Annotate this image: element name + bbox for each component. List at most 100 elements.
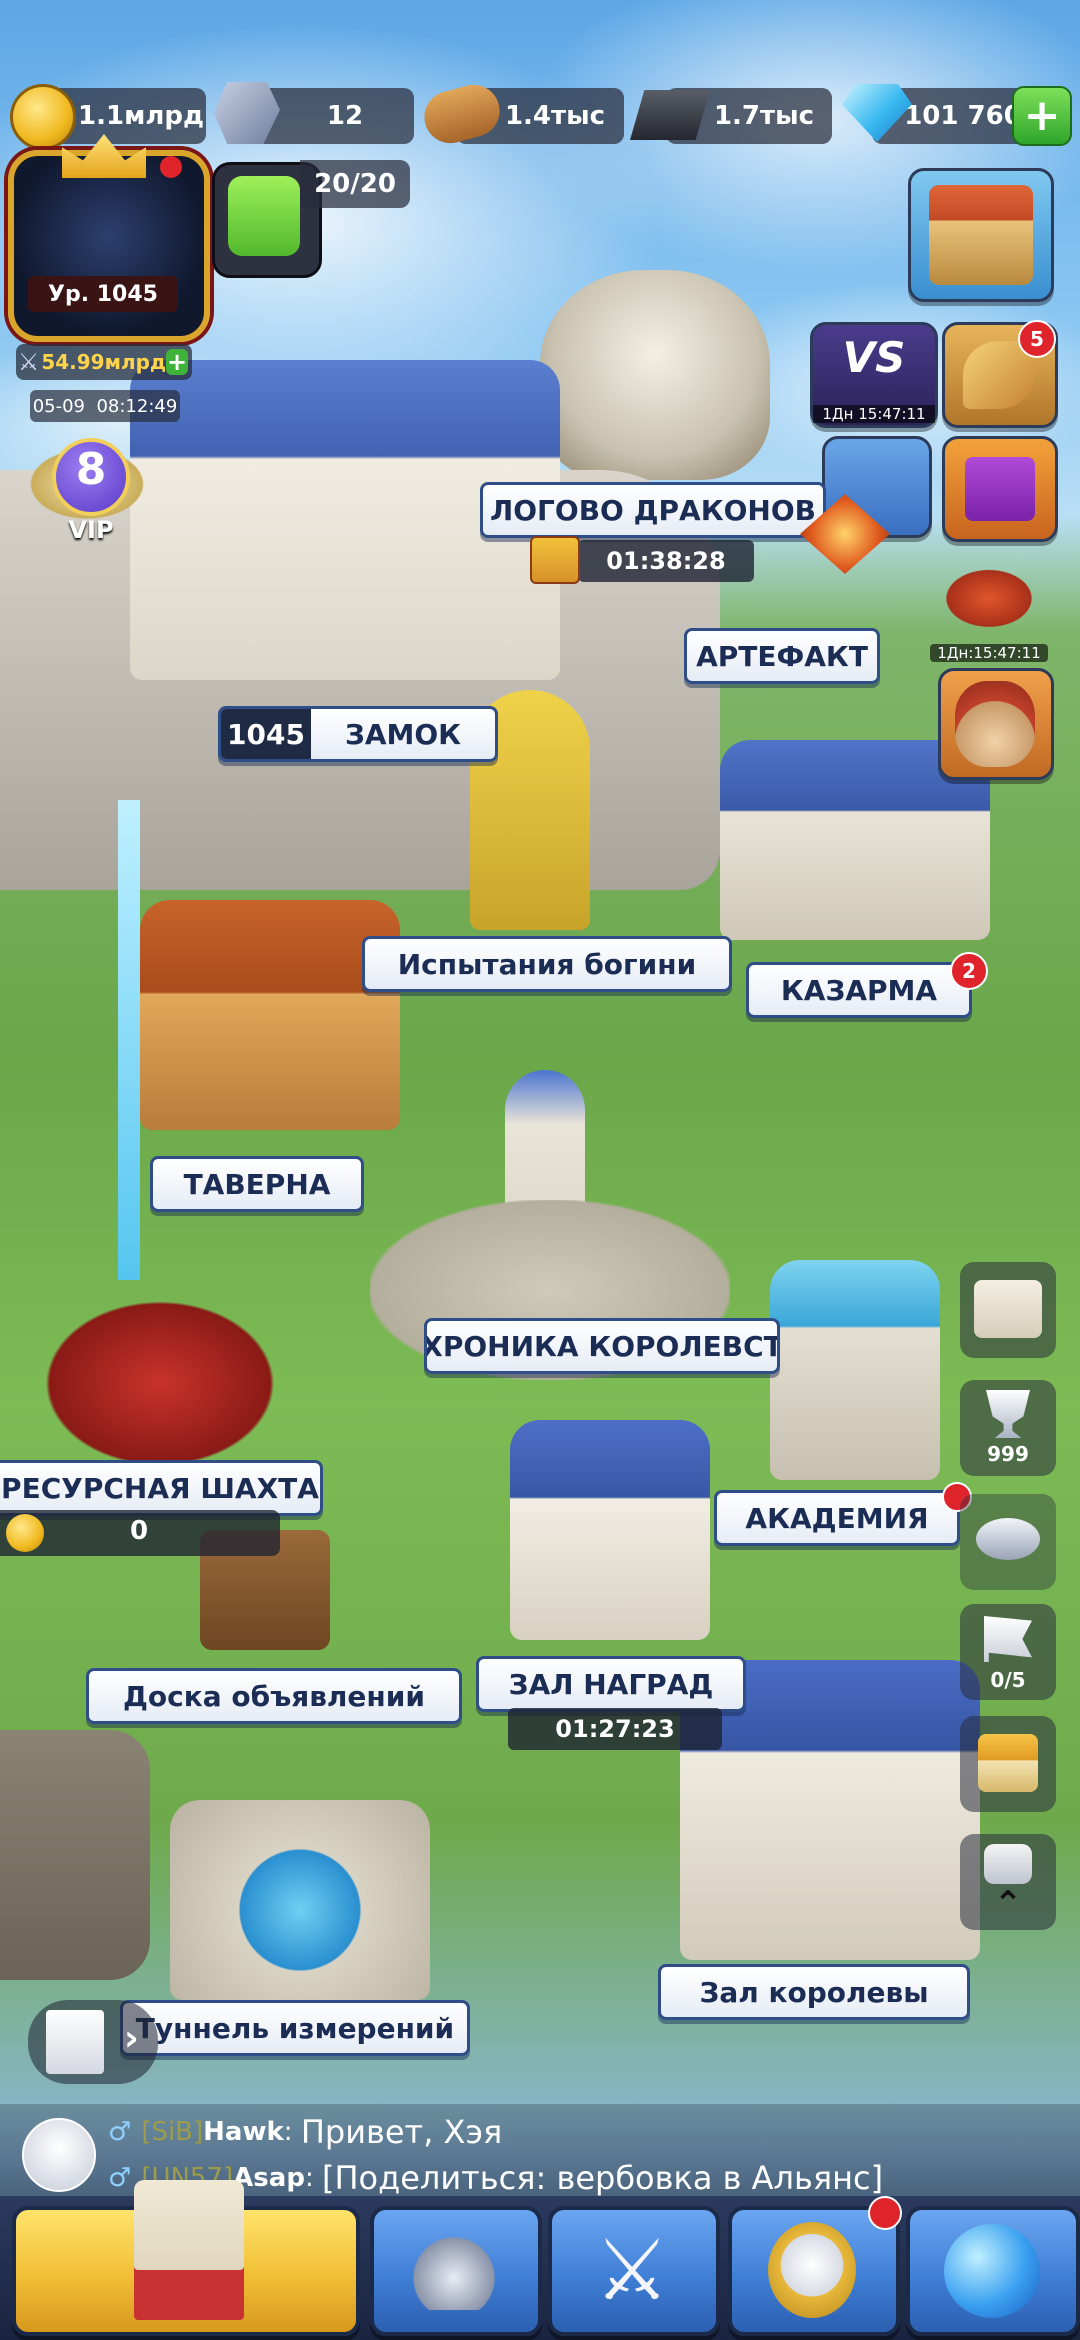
chevron-right-icon: › (124, 2018, 139, 2059)
stamina-counter: 20/20 (300, 160, 410, 208)
expand-menu-button[interactable]: ⌃ (960, 1834, 1056, 1930)
academy-label[interactable]: АКАДЕМИЯ (714, 1490, 960, 1546)
gold-coin-icon (10, 84, 76, 150)
castle-tower-icon (134, 2180, 244, 2320)
dragon-lair-timer: 01:38:28 (578, 540, 754, 582)
chat-avatar-icon (22, 2118, 96, 2192)
mushroom-timer: 1Дн:15:47:11 (930, 644, 1048, 662)
wood-value: 1.4тыс (504, 101, 606, 131)
gift-pack-button[interactable] (942, 436, 1058, 542)
tunnel-building[interactable] (170, 1800, 430, 2000)
cliff-bottom-left (0, 1730, 150, 1980)
chat-line-1-user: Hawk (203, 2117, 284, 2147)
stamina-value: 20/20 (314, 169, 396, 199)
male-icon: ♂ (108, 2163, 132, 2193)
dragon-lair-label[interactable]: ЛОГОВО ДРАКОНОВ (480, 482, 826, 538)
add-power-button[interactable]: + (166, 349, 188, 375)
chevron-up-icon: ⌃ (993, 1884, 1023, 1924)
academy-building[interactable] (770, 1260, 940, 1480)
vip-label: VIP (68, 516, 114, 544)
dragon[interactable] (30, 1290, 290, 1460)
stone-value: 12 (326, 101, 364, 131)
notes-button[interactable]: › (28, 2000, 158, 2084)
add-gems-button[interactable]: + (1012, 86, 1072, 146)
swords-icon: ⚔ (17, 348, 40, 376)
tavern-building[interactable] (140, 900, 400, 1130)
resource-mine-value: 0 (130, 1516, 149, 1546)
castle-level: 1045 (221, 709, 311, 759)
dragon-lair-gift-icon[interactable] (530, 536, 580, 584)
quests-flag-button[interactable]: 0/5 (960, 1604, 1056, 1700)
viking-helmet-icon (408, 2230, 500, 2310)
nav-battle-button[interactable]: ⚔ (548, 2206, 720, 2336)
gift-box-icon (965, 457, 1035, 521)
reward-hall-timer: 01:27:23 (508, 1708, 722, 1750)
nav-world-button[interactable] (906, 2206, 1080, 2336)
gold-coin-small-icon (6, 1514, 44, 1552)
gems-value: 101 760 (904, 101, 1022, 131)
tavern-label[interactable]: ТАВЕРНА (150, 1156, 364, 1212)
power-bar[interactable]: ⚔ 54.99млрд + (16, 344, 192, 380)
vs-timer: 1Дн 15:47:11 (813, 405, 935, 423)
dimension-tunnel-label[interactable]: Туннель измерений (120, 2000, 470, 2056)
notice-board-label[interactable]: Доска объявлений (86, 1668, 462, 1724)
iron-value: 1.7тыс (713, 101, 815, 131)
vs-label: VS (842, 333, 906, 382)
resource-mine-output: 0 (0, 1510, 280, 1556)
scroll-map-icon (974, 1280, 1042, 1338)
horn-notification-badge: 5 (1018, 320, 1056, 358)
reward-hall-label[interactable]: ЗАЛ НАГРАД (476, 1656, 746, 1712)
mask-icon (976, 1518, 1040, 1560)
bag-icon (984, 1844, 1032, 1884)
alliance-notification-dot (868, 2196, 902, 2230)
kingdom-chronicle-label[interactable]: ХРОНИКА КОРОЛЕВСТ (424, 1318, 780, 1374)
trophy-icon (986, 1390, 1030, 1438)
shop-button[interactable] (908, 168, 1054, 302)
player-avatar[interactable] (8, 150, 210, 342)
flag-count: 0/5 (990, 1668, 1026, 1692)
market-button[interactable] (960, 1716, 1056, 1812)
wizard-event-button[interactable] (938, 668, 1054, 780)
nav-heroes-button[interactable] (370, 2206, 542, 2336)
barracks-label[interactable]: КАЗАРМА (746, 962, 972, 1018)
chat-line-2-message: [Поделиться: вербовка в Альянс] (321, 2159, 884, 2197)
player-level: Ур. 1045 (28, 276, 178, 312)
waterfall (118, 800, 140, 1280)
chat-line-1: ♂ [SiB] Hawk : Привет, Хэя (108, 2113, 503, 2151)
alliance-shield-icon (768, 2222, 856, 2318)
market-stall-icon (978, 1734, 1038, 1792)
robot-face-icon (228, 176, 300, 256)
power-value: 54.99млрд (41, 350, 167, 374)
floating-island-top (540, 270, 770, 480)
wizard-face-icon (955, 681, 1035, 767)
crossed-swords-icon: ⚔ (594, 2221, 670, 2319)
vip-level: 8 (75, 444, 107, 495)
vip-badge[interactable]: 8 VIP (22, 424, 152, 550)
mushroom-event-button[interactable]: 1Дн:15:47:11 (928, 556, 1050, 662)
chat-line-1-message: Привет, Хэя (300, 2113, 503, 2151)
barracks-notification-badge: 2 (950, 952, 988, 990)
globe-icon (944, 2224, 1040, 2318)
nav-city-button[interactable] (12, 2180, 360, 2336)
server-datetime: 05-09 08:12:49 (30, 390, 180, 422)
resource-mine-label[interactable]: РЕСУРСНАЯ ШАХТА (0, 1460, 323, 1516)
dungeon-button[interactable] (960, 1494, 1056, 1590)
male-icon: ♂ (108, 2117, 132, 2147)
goddess-trials-label[interactable]: Испытания богини (362, 936, 732, 992)
chat-line-1-tag: [SiB] (141, 2117, 204, 2147)
avatar-notification-dot (160, 156, 182, 178)
game-screen: { "resources": { "gold": "1.1млрд", "sto… (0, 0, 1080, 2340)
artifact-label[interactable]: АРТЕФАКТ (684, 628, 880, 684)
vs-event-button[interactable]: VS 1Дн 15:47:11 (810, 322, 938, 428)
flag-icon (984, 1616, 1032, 1662)
gold-value: 1.1млрд (78, 101, 204, 131)
leaderboard-button[interactable]: 999 (960, 1380, 1056, 1476)
castle-label[interactable]: 1045 ЗАМОК (218, 706, 498, 762)
shop-stall-icon (929, 185, 1033, 285)
map-button[interactable] (960, 1262, 1056, 1358)
trophy-count: 999 (987, 1442, 1029, 1466)
reward-hall-building[interactable] (510, 1420, 710, 1640)
queen-hall-label[interactable]: Зал королевы (658, 1964, 970, 2020)
castle-name: ЗАМОК (344, 717, 462, 751)
note-paper-icon (46, 2010, 104, 2074)
